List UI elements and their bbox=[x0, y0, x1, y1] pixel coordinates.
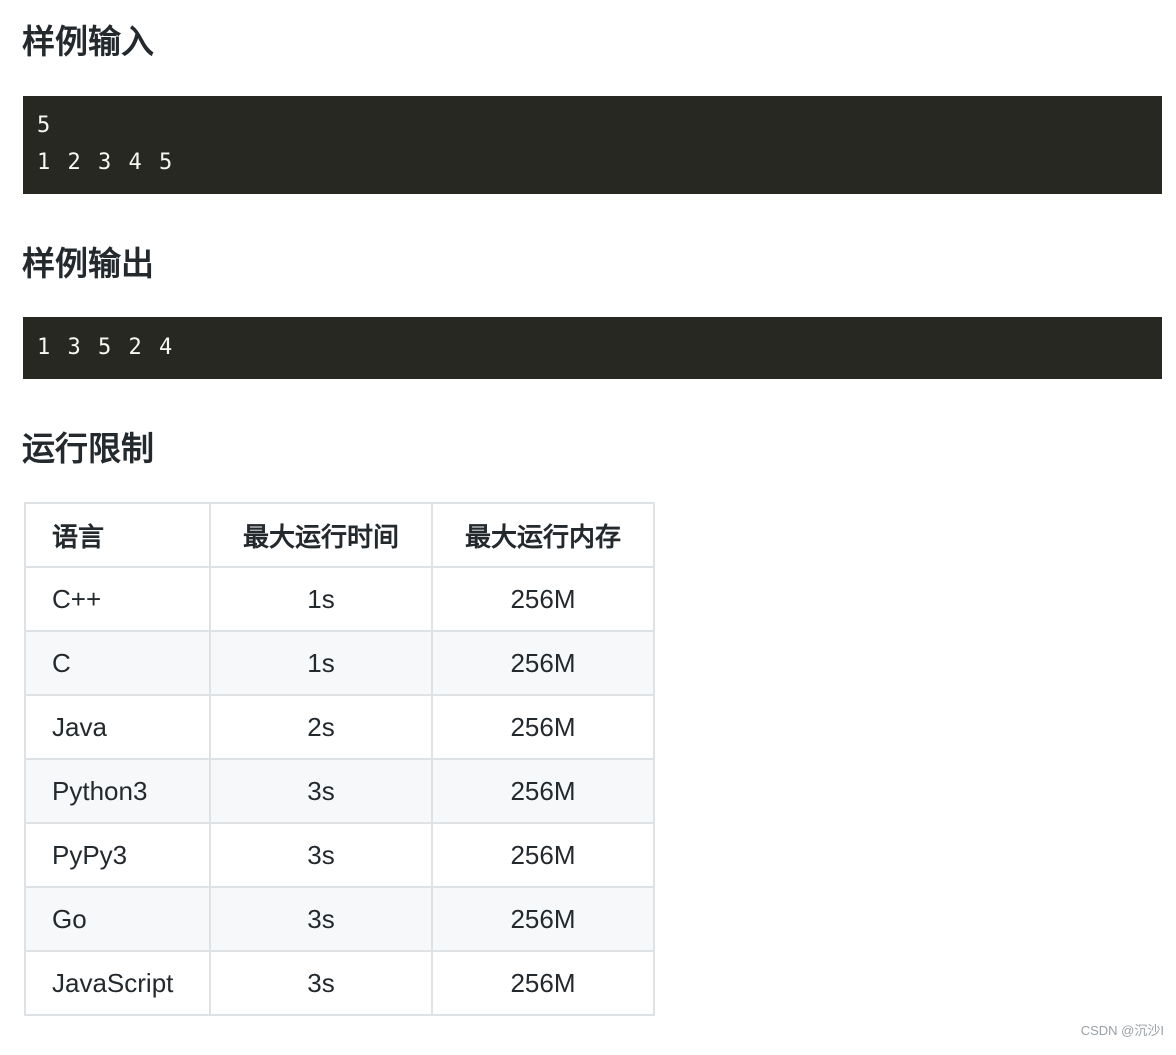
cell-max-memory: 256M bbox=[431, 758, 655, 824]
cell-language: C++ bbox=[24, 566, 211, 632]
cell-max-memory: 256M bbox=[431, 822, 655, 888]
sample-input-code-block: 5 1 2 3 4 5 bbox=[23, 96, 1162, 194]
watermark: CSDN @沉沙I bbox=[1080, 1023, 1164, 1038]
sample-input-heading: 样例输入 bbox=[22, 22, 154, 61]
cell-max-memory: 256M bbox=[431, 630, 655, 696]
code-line: 1 2 3 4 5 bbox=[37, 150, 175, 175]
cell-max-time: 3s bbox=[209, 950, 433, 1016]
cell-language: PyPy3 bbox=[24, 822, 211, 888]
cell-language: Java bbox=[24, 694, 211, 760]
cell-max-time: 2s bbox=[209, 694, 433, 760]
cell-max-time: 1s bbox=[209, 566, 433, 632]
table-header-row: 语言 最大运行时间 最大运行内存 bbox=[24, 502, 655, 568]
column-header-max-memory: 最大运行内存 bbox=[431, 502, 655, 568]
cell-language: Python3 bbox=[24, 758, 211, 824]
table-row: Java 2s 256M bbox=[24, 694, 655, 760]
cell-max-memory: 256M bbox=[431, 886, 655, 952]
table-row: JavaScript 3s 256M bbox=[24, 950, 655, 1016]
cell-language: Go bbox=[24, 886, 211, 952]
column-header-language: 语言 bbox=[24, 502, 211, 568]
cell-max-time: 1s bbox=[209, 630, 433, 696]
cell-max-time: 3s bbox=[209, 886, 433, 952]
code-line: 5 bbox=[37, 113, 53, 138]
table-row: PyPy3 3s 256M bbox=[24, 822, 655, 888]
column-header-max-time: 最大运行时间 bbox=[209, 502, 433, 568]
cell-language: JavaScript bbox=[24, 950, 211, 1016]
code-line: 1 3 5 2 4 bbox=[37, 335, 175, 360]
sample-output-heading: 样例输出 bbox=[22, 244, 154, 283]
cell-max-memory: 256M bbox=[431, 694, 655, 760]
table-row: C 1s 256M bbox=[24, 630, 655, 696]
cell-language: C bbox=[24, 630, 211, 696]
table-row: Go 3s 256M bbox=[24, 886, 655, 952]
sample-output-code-block: 1 3 5 2 4 bbox=[23, 317, 1162, 379]
cell-max-memory: 256M bbox=[431, 566, 655, 632]
table-row: Python3 3s 256M bbox=[24, 758, 655, 824]
cell-max-memory: 256M bbox=[431, 950, 655, 1016]
run-limits-table: 语言 最大运行时间 最大运行内存 C++ 1s 256M C 1s 256M J… bbox=[24, 502, 655, 1016]
cell-max-time: 3s bbox=[209, 758, 433, 824]
run-limits-heading: 运行限制 bbox=[22, 429, 154, 468]
table-row: C++ 1s 256M bbox=[24, 566, 655, 632]
cell-max-time: 3s bbox=[209, 822, 433, 888]
